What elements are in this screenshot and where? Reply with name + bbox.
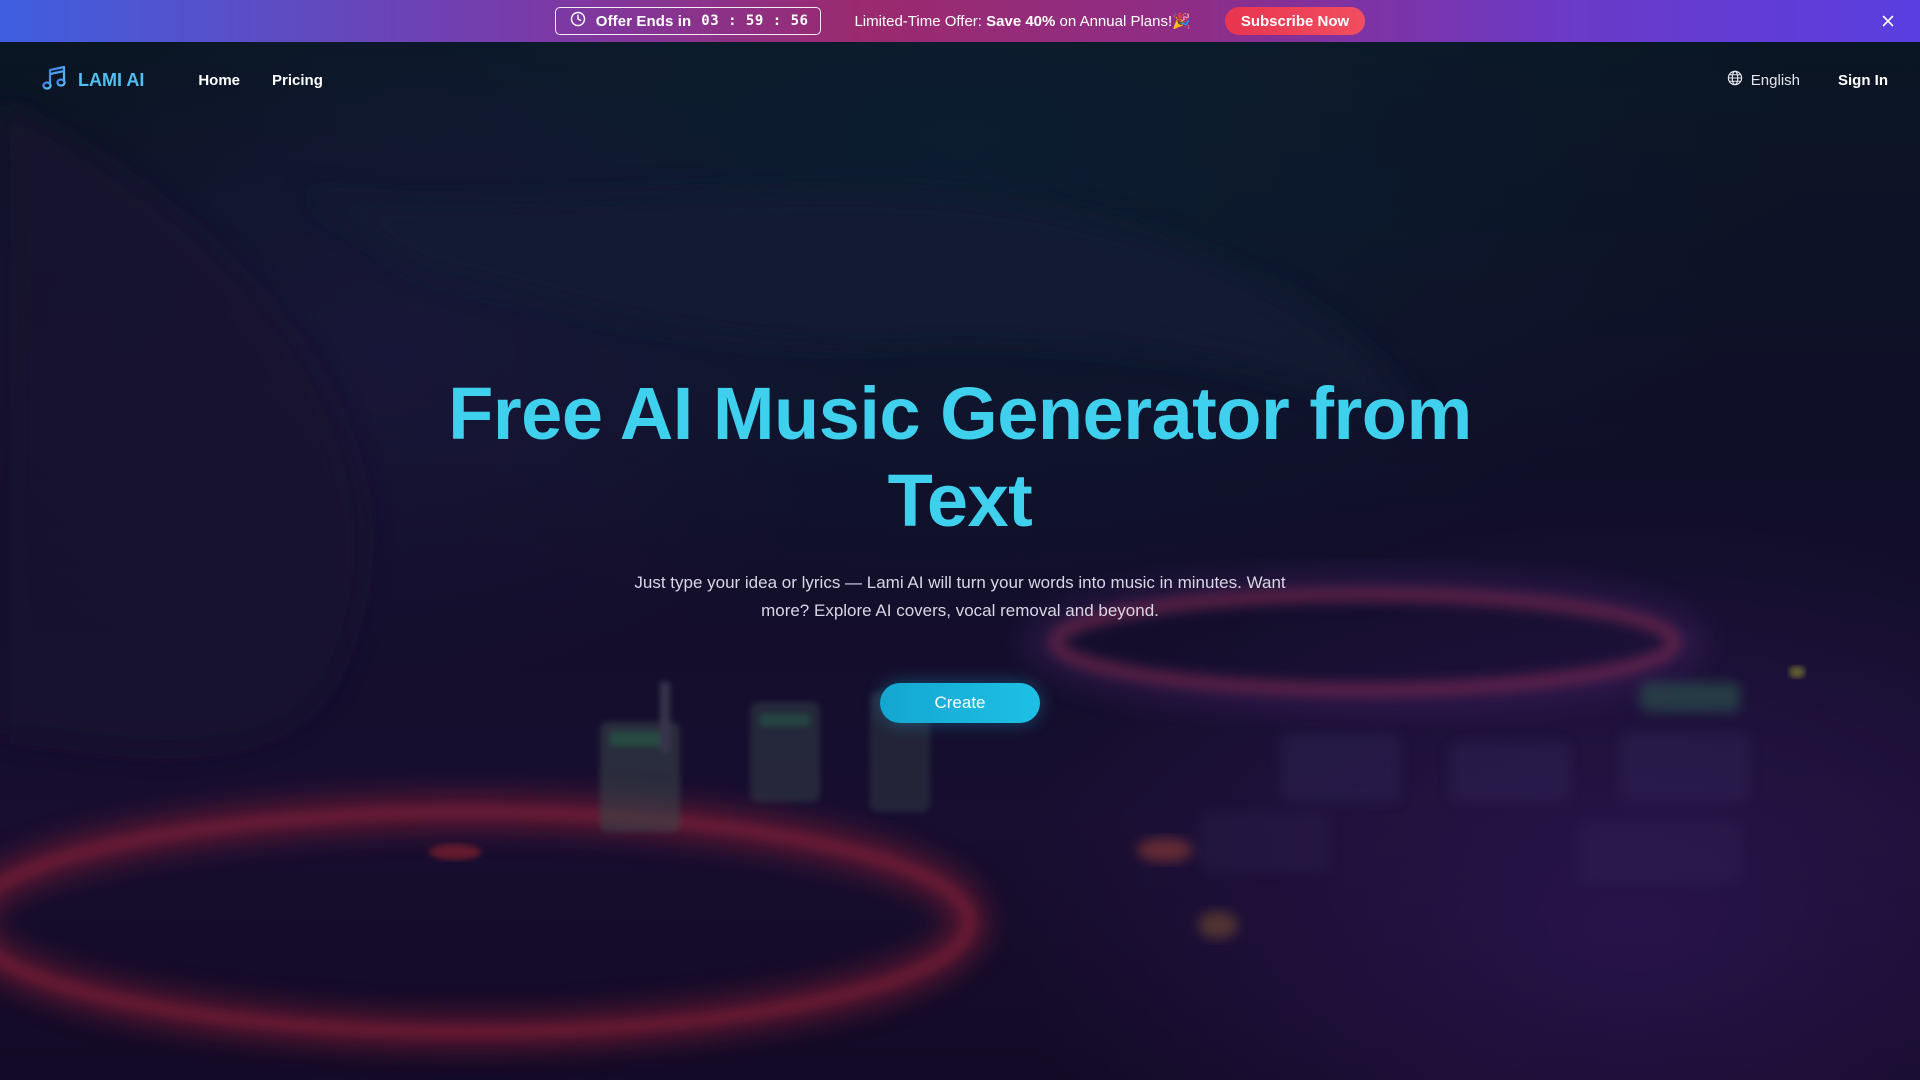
offer-text: Limited-Time Offer: Save 40% on Annual P… <box>854 12 1190 30</box>
nav-link-home[interactable]: Home <box>198 72 240 89</box>
offer-countdown: Offer Ends in 03 : 59 : 56 <box>554 7 822 35</box>
nav-right: English Sign In <box>1727 70 1888 90</box>
globe-icon <box>1727 70 1743 90</box>
music-note-icon <box>40 64 68 97</box>
promo-banner: Offer Ends in 03 : 59 : 56 Limited-Time … <box>0 0 1920 42</box>
promo-content: Offer Ends in 03 : 59 : 56 Limited-Time … <box>554 7 1366 35</box>
offer-prefix: Limited-Time Offer: <box>854 13 987 30</box>
nav-link-pricing[interactable]: Pricing <box>272 72 323 89</box>
countdown-timer: 03 : 59 : 56 <box>701 13 809 29</box>
countdown-label: Offer Ends in <box>595 12 692 30</box>
top-navigation: LAMI AI Home Pricing English Sign In <box>0 42 1920 118</box>
hero-title: Free AI Music Generator from Text <box>448 372 1472 542</box>
close-icon[interactable] <box>1878 11 1898 31</box>
language-label: English <box>1750 71 1800 89</box>
hero-section: Free AI Music Generator from Text Just t… <box>0 370 1920 723</box>
brand-logo[interactable]: LAMI AI <box>40 64 144 97</box>
offer-highlight: Save 40% <box>986 13 1056 30</box>
language-selector[interactable]: English <box>1727 70 1800 90</box>
hero-subtitle: Just type your idea or lyrics — Lami AI … <box>634 573 1286 620</box>
create-button[interactable]: Create <box>880 683 1040 723</box>
party-popper-icon: 🎉 <box>1172 13 1191 30</box>
subscribe-now-button[interactable]: Subscribe Now <box>1224 7 1366 35</box>
clock-icon <box>570 11 586 31</box>
offer-suffix: on Annual Plans! <box>1055 13 1173 30</box>
brand-name: LAMI AI <box>78 69 145 90</box>
nav-links: Home Pricing <box>198 72 323 89</box>
sign-in-link[interactable]: Sign In <box>1838 72 1888 89</box>
